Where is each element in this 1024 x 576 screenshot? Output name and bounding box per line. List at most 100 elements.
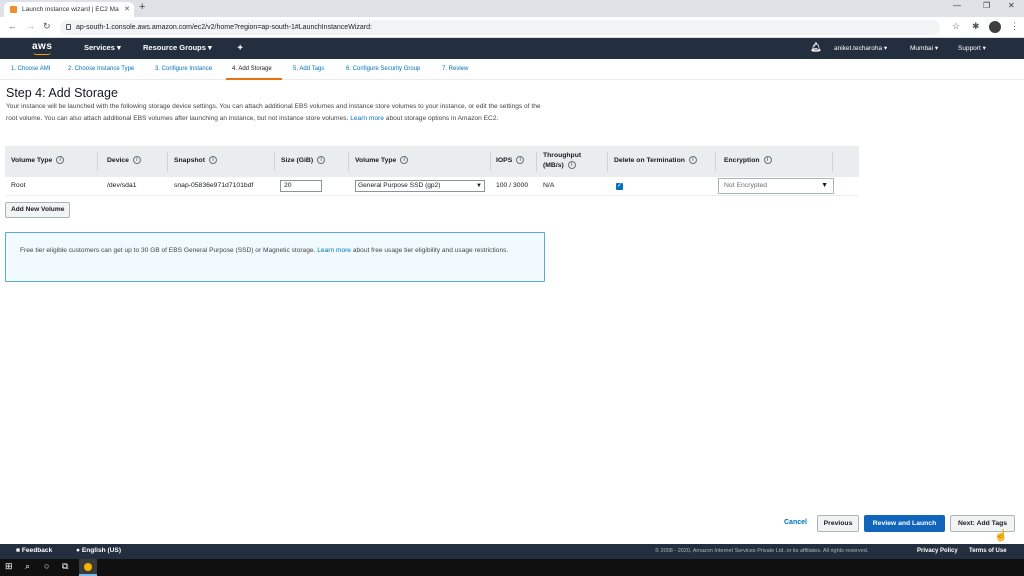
header-label: Volume Type [355,156,397,164]
aws-footer: ■ Feedback ● English (US) © 2008 - 2020,… [0,544,1024,559]
feedback-icon: ■ [16,547,20,554]
table-header: Volume Type i Device i Snapshot i Size (GiB… [5,146,859,177]
restore-icon[interactable]: ❐ [983,1,990,10]
encryption-value: Not Encrypted [724,182,768,189]
back-icon[interactable]: ← [8,21,17,31]
column-divider [167,152,168,171]
bookmark-star-icon[interactable]: ☆ [952,21,960,32]
info-icon[interactable]: i [317,156,326,164]
info-icon[interactable]: i [763,156,772,164]
services-label: Services [84,43,115,52]
header-label: Size (GiB) [281,156,314,164]
step-choose-ami[interactable]: 1. Choose AMI [11,66,50,72]
volume-type-value: General Purpose SSD (gp2) [358,182,441,189]
globe-icon: ● [76,547,80,554]
new-tab-icon[interactable]: + [139,1,145,13]
resource-groups-menu[interactable]: Resource Groups ▾ [143,43,212,52]
column-divider [490,152,491,171]
region-label: Mumbai [910,45,934,52]
browser-tab-bar: Launch instance wizard | EC2 Ma ✕ + — ❐ … [0,0,1024,17]
close-window-icon[interactable]: ✕ [1008,1,1015,10]
task-view-icon[interactable]: ⧉ [62,561,68,572]
chrome-taskbar-icon[interactable] [79,559,97,576]
info-text: Free tier eligible customers can get up … [20,247,316,254]
size-input[interactable]: 20 [280,180,322,192]
header-device: Device i [107,156,141,164]
services-menu[interactable]: Services ▾ [84,43,121,52]
profile-avatar[interactable] [989,21,1001,33]
browser-tab[interactable]: Launch instance wizard | EC2 Ma ✕ [4,2,134,17]
chevron-down-icon: ▼ [476,183,482,189]
table-row: Root /dev/sda1 snap-05836e971d7101bdf 20… [5,177,859,196]
delete-on-termination-checkbox[interactable]: ✓ [616,183,623,190]
volume-type-select[interactable]: General Purpose SSD (gp2) ▼ [355,180,485,192]
feedback-link[interactable]: ■ Feedback [16,547,52,554]
language-selector[interactable]: ● English (US) [76,547,121,554]
header-throughput: Throughput (MB/s) i [543,151,593,171]
info-icon[interactable]: i [567,161,576,170]
url-text: ap-south-1.console.aws.amazon.com/ec2/v2… [76,24,372,31]
region-menu[interactable]: Mumbai ▾ [910,44,938,52]
column-divider [832,152,833,171]
aws-logo[interactable]: aws [32,41,52,55]
address-bar: ← → ↻ ap-south-1.console.aws.amazon.com/… [0,17,1024,38]
cancel-button[interactable]: Cancel [784,519,807,526]
info-icon[interactable]: i [208,156,217,164]
step-configure-instance[interactable]: 3. Configure Instance [155,66,212,72]
info-icon[interactable]: i [400,156,409,164]
cell-throughput: N/A [543,182,555,189]
step-configure-security-group[interactable]: 6. Configure Security Group [346,66,420,72]
learn-more-free-tier-link[interactable]: Learn more [317,247,351,254]
notifications-bell-icon[interactable]: 🔔︎ [810,42,821,53]
language-label: English (US) [81,547,122,554]
privacy-policy-link[interactable]: Privacy Policy [917,548,958,554]
reload-icon[interactable]: ↻ [43,21,51,32]
header-label: Device [107,156,129,164]
info-icon[interactable]: i [56,156,65,164]
review-and-launch-button[interactable]: Review and Launch [864,515,945,532]
add-new-volume-button[interactable]: Add New Volume [5,202,71,218]
column-divider [607,152,608,171]
header-label: IOPS [496,156,513,164]
previous-button[interactable]: Previous [817,515,859,532]
close-tab-icon[interactable]: ✕ [124,2,130,17]
step-review[interactable]: 7. Review [442,66,468,72]
cell-iops: 100 / 3000 [496,182,529,189]
learn-more-storage-link[interactable]: Learn more [350,115,384,122]
info-icon[interactable]: i [516,156,525,164]
info-icon[interactable]: i [688,156,697,164]
header-label: Volume Type [11,156,53,164]
step-add-storage[interactable]: 4. Add Storage [232,66,272,72]
info-icon[interactable]: i [132,156,141,164]
user-menu[interactable]: aniket.techaroha ▾ [834,44,887,52]
column-divider [274,152,275,171]
free-tier-info-box: Free tier eligible customers can get up … [5,232,545,282]
resource-groups-label: Resource Groups [143,43,206,52]
support-menu[interactable]: Support ▾ [958,44,986,52]
cortana-icon[interactable]: ○ [44,561,49,571]
hand-cursor-icon: ☝ [994,530,1008,542]
windows-start-icon[interactable]: ⊞ [5,561,13,572]
pin-icon[interactable]: ✦ [237,43,243,52]
forward-icon[interactable]: → [26,21,35,31]
step-choose-instance-type[interactable]: 2. Choose Instance Type [68,66,134,72]
terms-of-use-link[interactable]: Terms of Use [969,548,1007,554]
user-label: aniket.techaroha [834,45,883,52]
info-text-end: about free usage tier eligibility and us… [352,247,509,254]
search-icon[interactable]: ⌕ [25,561,30,572]
aws-favicon-icon [10,6,17,13]
cell-volume-type: Root [11,182,26,189]
support-label: Support [958,45,981,52]
header-vol-type: Volume Type i [355,156,409,164]
column-divider [536,152,537,171]
minimize-icon[interactable]: — [953,1,961,10]
header-encryption: Encryption i [724,156,772,164]
step-add-tags[interactable]: 5. Add Tags [293,66,324,72]
header-label: Delete on Termination [614,156,685,164]
extensions-icon[interactable]: ✱ [972,21,980,32]
browser-menu-icon[interactable]: ⋮ [1010,21,1019,32]
url-field[interactable]: ap-south-1.console.aws.amazon.com/ec2/v2… [60,20,940,35]
encryption-select[interactable]: Not Encrypted ▼ [718,178,834,194]
lock-icon [66,24,71,30]
aws-smile-icon [33,52,51,55]
